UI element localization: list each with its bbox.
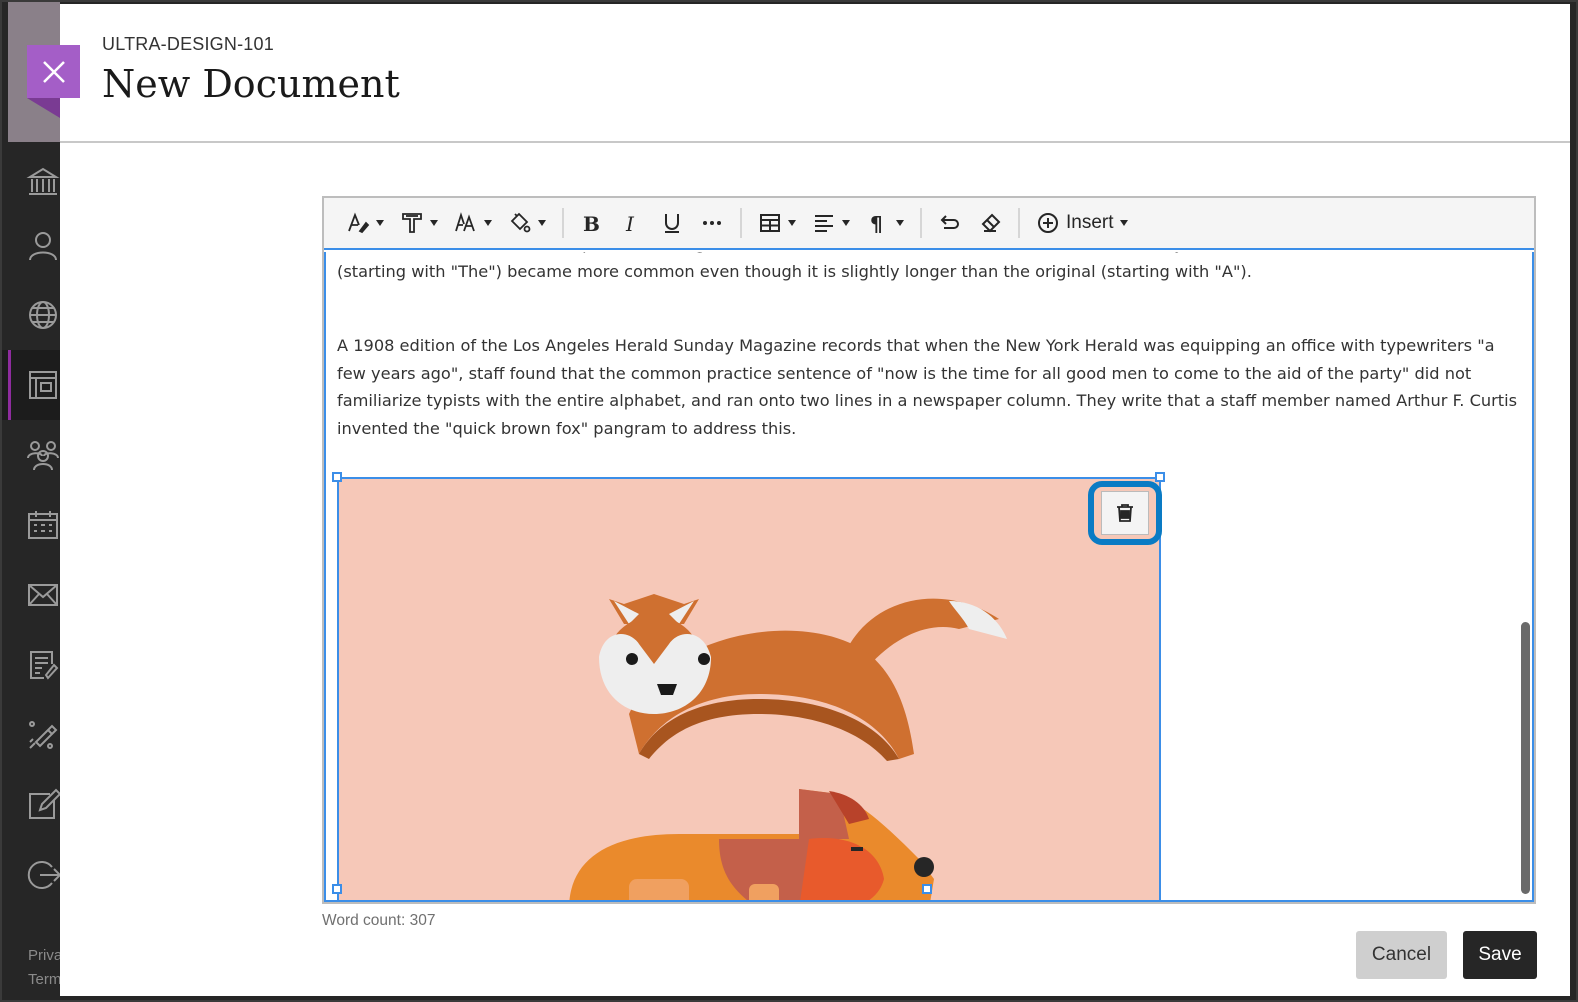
rich-text-editor: B I ¶ Insert (starting with "The") becam… [322, 196, 1536, 904]
chevron-down-icon [842, 220, 850, 226]
nav-item-institution[interactable] [2, 147, 60, 217]
paragraph: The earliest known use of the phrase sta… [337, 252, 1455, 281]
nav-item-messages[interactable] [2, 560, 60, 630]
nav-footer: Privacy Terms [28, 944, 60, 992]
underline-icon [665, 214, 679, 233]
nav-item-grades[interactable] [2, 630, 60, 700]
organizations-icon [27, 441, 59, 471]
fill-color-button[interactable] [500, 205, 554, 241]
terms-link[interactable]: Terms [28, 968, 60, 992]
bold-button[interactable]: B [572, 205, 612, 241]
more-icon [703, 221, 721, 225]
chevron-down-icon [1119, 220, 1128, 226]
format-button[interactable] [392, 205, 446, 241]
format-icon [402, 213, 422, 233]
nav-item-organizations[interactable] [2, 420, 60, 490]
close-icon [42, 60, 65, 83]
mail-icon [28, 584, 58, 606]
text-style-button[interactable] [338, 205, 392, 241]
side-nav: Privacy Terms [2, 2, 60, 1000]
tools-icon [29, 721, 58, 749]
toolbar-divider [740, 208, 742, 238]
underline-button[interactable] [652, 205, 692, 241]
word-count: Word count: 307 [322, 912, 436, 929]
nav-item-tools[interactable] [2, 700, 60, 770]
table-icon [760, 214, 780, 232]
privacy-link[interactable]: Privacy [28, 944, 60, 968]
cancel-button[interactable]: Cancel [1356, 931, 1447, 979]
align-button[interactable] [804, 205, 858, 241]
close-panel-button[interactable] [27, 45, 80, 98]
page-title: New Document [102, 62, 400, 106]
course-id: ULTRA-DESIGN-101 [102, 34, 274, 54]
svg-text:¶: ¶ [870, 212, 883, 235]
institution-icon [26, 167, 60, 195]
close-tab-fold [27, 98, 60, 118]
panel-header: ULTRA-DESIGN-101 New Document [60, 4, 1570, 143]
nav-item-activity[interactable] [2, 280, 60, 350]
editor-scrollbar[interactable] [1521, 622, 1530, 894]
eraser-icon [981, 213, 1001, 233]
resize-handle[interactable] [1155, 472, 1165, 482]
user-icon [29, 232, 57, 261]
editor-content[interactable]: The earliest known use of the phrase sta… [324, 252, 1534, 902]
nav-item-edit[interactable] [2, 770, 60, 840]
chevron-down-icon [430, 220, 438, 226]
bold-icon: B [583, 212, 600, 235]
plus-circle-icon [1038, 213, 1058, 233]
editor-toolbar: B I ¶ Insert [324, 198, 1534, 250]
nav-item-sign-out[interactable] [2, 840, 60, 910]
save-button[interactable]: Save [1463, 931, 1537, 979]
insert-label: Insert [1066, 212, 1114, 233]
paragraph-icon: ¶ [870, 212, 883, 235]
nav-item-profile[interactable] [2, 210, 60, 280]
font-size-icon [455, 212, 475, 232]
toolbar-divider [920, 208, 922, 238]
italic-button[interactable]: I [612, 205, 652, 241]
nav-item-calendar[interactable] [2, 490, 60, 560]
text-style-icon [348, 212, 370, 234]
chevron-down-icon [788, 220, 796, 226]
chevron-down-icon [538, 220, 546, 226]
font-size-button[interactable] [446, 205, 500, 241]
nav-item-courses[interactable] [2, 350, 60, 420]
svg-text:I: I [625, 212, 635, 235]
resize-handle[interactable] [922, 884, 932, 894]
paragraph: A 1908 edition of the Los Angeles Herald… [337, 336, 1518, 438]
more-options-button[interactable] [692, 205, 732, 241]
paragraph-button[interactable]: ¶ [858, 205, 912, 241]
resize-handle[interactable] [332, 472, 342, 482]
calendar-icon [28, 511, 58, 539]
trash-icon [1117, 504, 1133, 522]
chevron-down-icon [376, 220, 384, 226]
inserted-image[interactable] [337, 477, 1161, 900]
resize-handle[interactable] [332, 884, 342, 894]
undo-button[interactable] [930, 205, 970, 241]
courses-icon [29, 371, 57, 399]
clear-formatting-button[interactable] [970, 205, 1010, 241]
align-icon [815, 215, 833, 232]
sign-out-icon [27, 861, 60, 889]
toolbar-divider [1018, 208, 1020, 238]
edit-icon [29, 788, 60, 819]
italic-icon: I [625, 212, 635, 235]
insert-button[interactable]: Insert [1028, 205, 1136, 241]
delete-image-button[interactable] [1101, 491, 1149, 535]
delete-highlight [1088, 481, 1162, 545]
app-window: Privacy Terms ULTRA-DESIGN-101 New Docum… [0, 0, 1578, 1002]
toolbar-divider [562, 208, 564, 238]
fox-dog-illustration [339, 479, 1159, 900]
grades-icon [30, 651, 59, 680]
undo-icon [940, 215, 959, 229]
document-panel: ULTRA-DESIGN-101 New Document B I ¶ Inse… [60, 4, 1570, 996]
globe-icon [29, 301, 57, 329]
chevron-down-icon [896, 220, 904, 226]
svg-text:B: B [583, 212, 600, 235]
table-button[interactable] [750, 205, 804, 241]
chevron-down-icon [484, 220, 492, 226]
fill-color-icon [510, 212, 531, 233]
